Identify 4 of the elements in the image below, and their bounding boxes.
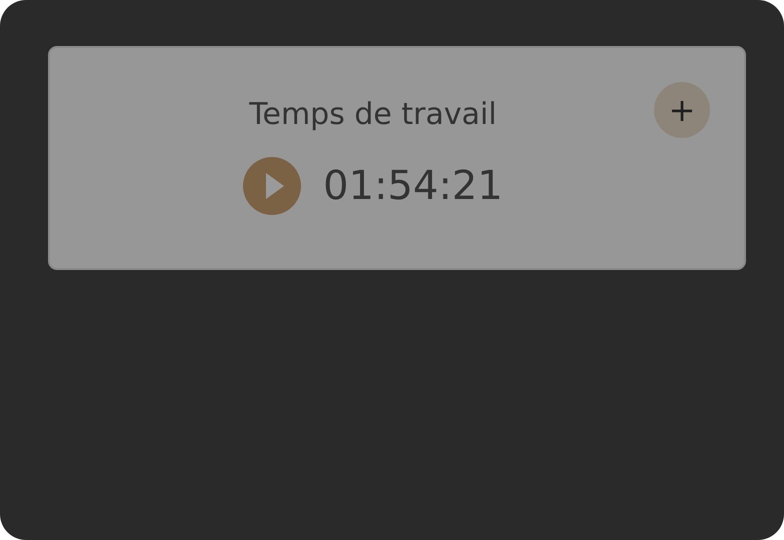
- timer-display: 01:54:21: [323, 163, 503, 209]
- add-button[interactable]: +: [654, 82, 710, 138]
- card-title: Temps de travail: [249, 96, 497, 131]
- play-icon: [266, 173, 284, 199]
